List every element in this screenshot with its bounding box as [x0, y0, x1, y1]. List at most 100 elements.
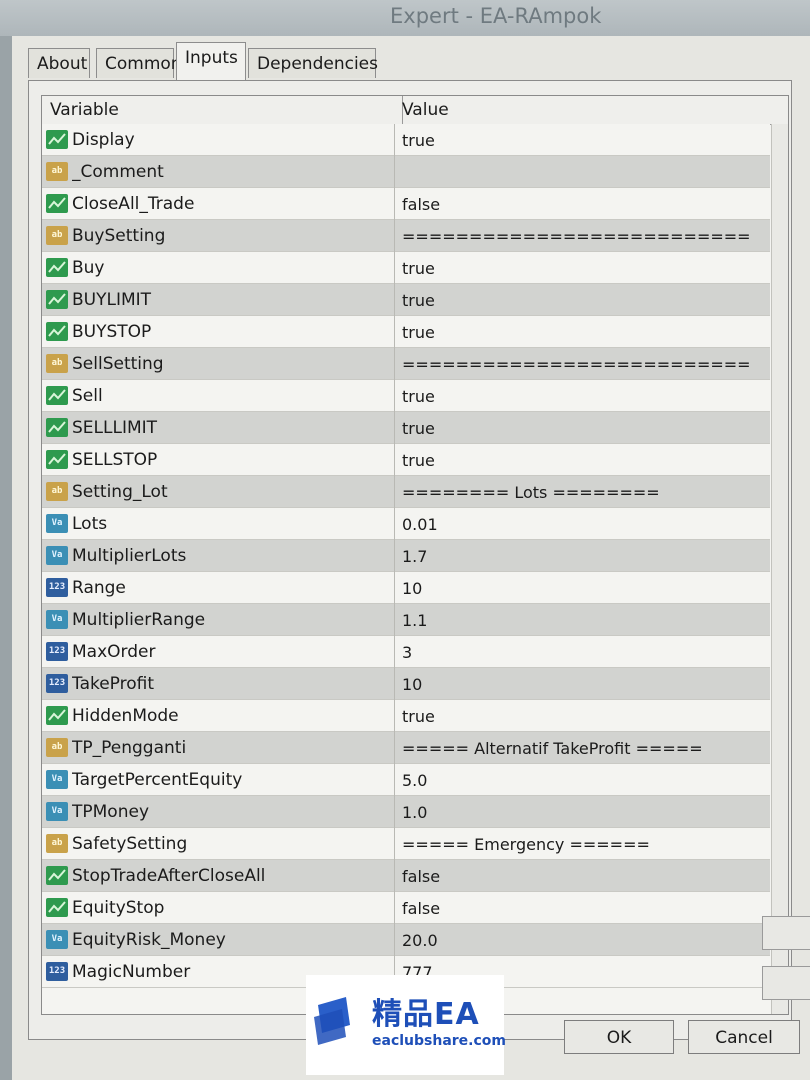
title-bar: Expert - EA-RAmpok — [0, 0, 810, 36]
tab-dependencies[interactable]: Dependencies — [248, 48, 378, 78]
variable-value[interactable]: true — [402, 252, 762, 284]
double-param-icon: Va — [46, 514, 68, 533]
table-row[interactable]: Va Lots 0.01 — [42, 508, 770, 540]
variable-value[interactable]: ========================== — [402, 348, 762, 380]
variable-value[interactable]: true — [402, 412, 762, 444]
table-row[interactable]: 123 MaxOrder 3 — [42, 636, 770, 668]
bool-param-icon — [46, 418, 68, 437]
table-row[interactable]: SELLLIMIT true — [42, 412, 770, 444]
table-row[interactable]: EquityStop false — [42, 892, 770, 924]
column-divider — [394, 316, 395, 348]
variable-value[interactable]: false — [402, 892, 762, 924]
table-row[interactable]: SELLSTOP true — [42, 444, 770, 476]
variable-name: Setting_Lot — [72, 482, 168, 502]
variable-name: MultiplierRange — [72, 610, 206, 630]
bool-param-icon — [46, 290, 68, 309]
table-row[interactable]: Display true — [42, 124, 770, 156]
bool-param-icon — [46, 258, 68, 277]
variable-name: BuySetting — [72, 226, 166, 246]
column-divider — [394, 924, 395, 956]
variable-value[interactable] — [402, 156, 762, 188]
variable-value[interactable]: 5.0 — [402, 764, 762, 796]
variable-value[interactable]: 3 — [402, 636, 762, 668]
window-frame — [0, 36, 12, 1080]
column-divider — [394, 476, 395, 508]
variable-value[interactable]: true — [402, 444, 762, 476]
variable-name: SellSetting — [72, 354, 164, 374]
double-param-icon: Va — [46, 546, 68, 565]
column-divider — [394, 828, 395, 860]
tab-inputs[interactable]: Inputs — [176, 42, 246, 80]
variable-value[interactable]: 1.1 — [402, 604, 762, 636]
variable-name: CloseAll_Trade — [72, 194, 195, 214]
variable-name: TPMoney — [72, 802, 149, 822]
variable-value[interactable]: 10 — [402, 668, 762, 700]
string-param-icon: ab — [46, 738, 68, 757]
table-row[interactable]: Va TPMoney 1.0 — [42, 796, 770, 828]
variable-name: MultiplierLots — [72, 546, 187, 566]
variable-value[interactable]: true — [402, 380, 762, 412]
variable-value[interactable]: 1.0 — [402, 796, 762, 828]
table-row[interactable]: Buy true — [42, 252, 770, 284]
variable-value[interactable]: false — [402, 188, 762, 220]
variable-value[interactable]: 20.0 — [402, 924, 762, 956]
variable-value[interactable]: true — [402, 284, 762, 316]
table-row[interactable]: ab _Comment — [42, 156, 770, 188]
grid-header: Variable Value — [42, 96, 788, 125]
header-value[interactable]: Value — [394, 96, 782, 124]
column-divider — [394, 732, 395, 764]
variable-value[interactable]: ======== Lots ======== — [402, 476, 762, 508]
table-row[interactable]: 123 TakeProfit 10 — [42, 668, 770, 700]
inputs-grid: Variable Value Display true ab _Comment Clos… — [41, 95, 789, 1015]
column-divider — [394, 380, 395, 412]
bool-param-icon — [46, 130, 68, 149]
bool-param-icon — [46, 194, 68, 213]
variable-value[interactable]: 0.01 — [402, 508, 762, 540]
variable-name: SafetySetting — [72, 834, 188, 854]
table-row[interactable]: ab SellSetting ========================== — [42, 348, 770, 380]
table-row[interactable]: 123 Range 10 — [42, 572, 770, 604]
brand-logo-icon — [314, 997, 350, 1045]
table-row[interactable]: StopTradeAfterCloseAll false — [42, 860, 770, 892]
table-row[interactable]: CloseAll_Trade false — [42, 188, 770, 220]
table-row[interactable]: ab BuySetting ========================== — [42, 220, 770, 252]
double-param-icon: Va — [46, 802, 68, 821]
table-row[interactable]: BUYLIMIT true — [42, 284, 770, 316]
ok-button[interactable]: OK — [564, 1020, 674, 1054]
bool-param-icon — [46, 706, 68, 725]
variable-value[interactable]: ========================== — [402, 220, 762, 252]
cancel-button[interactable]: Cancel — [688, 1020, 800, 1054]
column-divider — [394, 284, 395, 316]
tab-about[interactable]: About — [28, 48, 90, 78]
string-param-icon: ab — [46, 834, 68, 853]
variable-value[interactable]: ===== Alternatif TakeProfit ===== — [402, 732, 762, 764]
side-button-upper[interactable] — [762, 916, 810, 950]
table-row[interactable]: Sell true — [42, 380, 770, 412]
variable-value[interactable]: false — [402, 860, 762, 892]
tab-common[interactable]: Common — [96, 48, 182, 78]
vertical-scrollbar[interactable] — [771, 124, 788, 1014]
variable-value[interactable]: true — [402, 124, 762, 156]
integer-param-icon: 123 — [46, 674, 68, 693]
variable-value[interactable]: true — [402, 316, 762, 348]
variable-value[interactable]: 10 — [402, 572, 762, 604]
variable-name: Range — [72, 578, 126, 598]
header-variable[interactable]: Variable — [42, 96, 403, 124]
column-divider — [394, 572, 395, 604]
variable-value[interactable]: true — [402, 700, 762, 732]
variable-name: BUYSTOP — [72, 322, 152, 342]
table-row[interactable]: Va TargetPercentEquity 5.0 — [42, 764, 770, 796]
table-row[interactable]: ab TP_Pengganti ===== Alternatif TakeProfi… — [42, 732, 770, 764]
side-button-lower[interactable] — [762, 966, 810, 1000]
table-row[interactable]: Va MultiplierRange 1.1 — [42, 604, 770, 636]
variable-name: MaxOrder — [72, 642, 156, 662]
table-row[interactable]: Va MultiplierLots 1.7 — [42, 540, 770, 572]
variable-value[interactable]: 1.7 — [402, 540, 762, 572]
table-row[interactable]: BUYSTOP true — [42, 316, 770, 348]
table-row[interactable]: HiddenMode true — [42, 700, 770, 732]
variable-value[interactable]: ===== Emergency ====== — [402, 828, 762, 860]
table-row[interactable]: Va EquityRisk_Money 20.0 — [42, 924, 770, 956]
table-row[interactable]: ab Setting_Lot ======== Lots ======== — [42, 476, 770, 508]
variable-name: Buy — [72, 258, 105, 278]
table-row[interactable]: ab SafetySetting ===== Emergency ====== — [42, 828, 770, 860]
